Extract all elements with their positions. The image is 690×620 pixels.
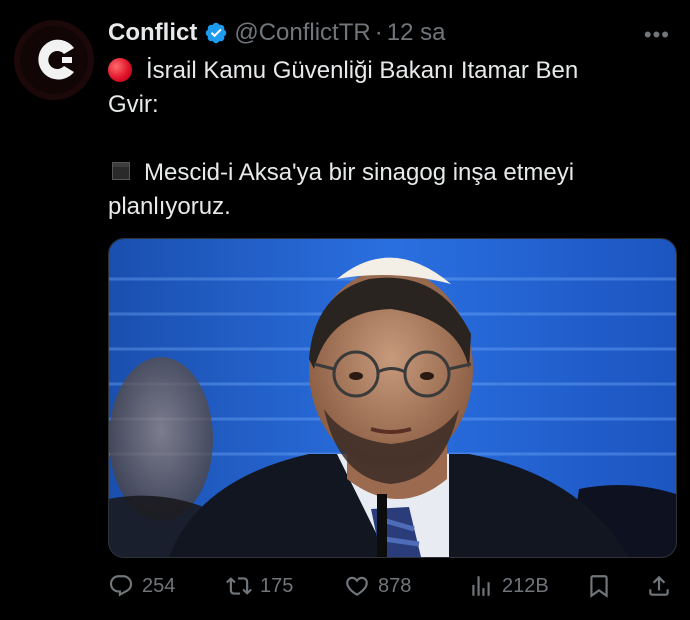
like-button[interactable]: 878 [344,568,411,604]
tweet-line-4: planlıyoruz. [108,193,231,220]
reply-icon [109,575,133,597]
meta-separator: · [374,19,383,46]
views-count: 212B [502,575,549,597]
share-button[interactable] [646,568,680,604]
views-icon [472,576,490,596]
conflict-logo [14,20,94,100]
bookmark-icon [590,575,608,598]
display-name[interactable]: Conflict [108,19,197,47]
tweet-image[interactable] [108,238,677,558]
tweet-line-2: Gvir: [108,91,159,118]
reply-button[interactable]: 254 [108,568,175,604]
tweet-text: İsrail Kamu Güvenliği Bakanı Itamar Ben … [108,54,668,224]
bookmark-button[interactable] [586,568,620,604]
black-square-icon [112,162,130,180]
heart-icon [346,576,368,596]
timestamp[interactable]: 12 sa [387,19,446,47]
repost-icon [226,577,252,595]
action-bar: 254 175 878 212B [108,568,678,604]
repost-count: 175 [260,575,294,597]
more-options-icon[interactable]: ••• [644,24,670,46]
reply-count: 254 [142,575,176,597]
views-button[interactable]: 212B [468,568,549,604]
red-circle-icon [108,58,132,82]
repost-button[interactable]: 175 [226,568,293,604]
verified-badge-icon [206,22,227,44]
handle[interactable]: @ConflictTR [234,19,370,47]
avatar[interactable] [14,20,94,100]
tweet-header: Conflict @ConflictTR · 12 sa [108,18,445,48]
photo-illustration [109,239,676,557]
tweet-line-3: Mescid-i Aksa'ya bir sinagog inşa etmeyi [108,156,668,190]
share-icon [649,575,669,596]
like-count: 878 [378,575,412,597]
tweet-line-1: İsrail Kamu Güvenliği Bakanı Itamar Ben [108,54,668,88]
